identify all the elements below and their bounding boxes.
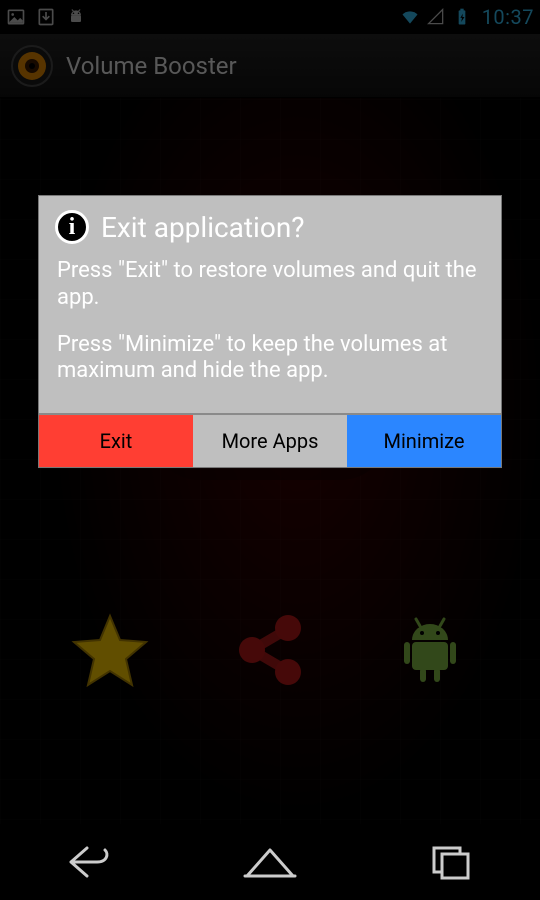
dialog-title: Exit application? (101, 211, 305, 244)
exit-button[interactable]: Exit (39, 415, 193, 467)
more-apps-button[interactable]: More Apps (193, 415, 347, 467)
info-icon: i (55, 210, 89, 244)
minimize-button[interactable]: Minimize (347, 415, 501, 467)
dialog-body-line2: Press "Minimize" to keep the volumes at … (57, 332, 483, 386)
exit-dialog: i Exit application? Press "Exit" to rest… (38, 195, 502, 468)
recents-button[interactable] (400, 837, 500, 887)
dialog-body: Press "Exit" to restore volumes and quit… (39, 254, 501, 413)
home-button[interactable] (220, 837, 320, 887)
dialog-body-line1: Press "Exit" to restore volumes and quit… (57, 258, 483, 312)
back-button[interactable] (40, 837, 140, 887)
navigation-bar (0, 824, 540, 900)
